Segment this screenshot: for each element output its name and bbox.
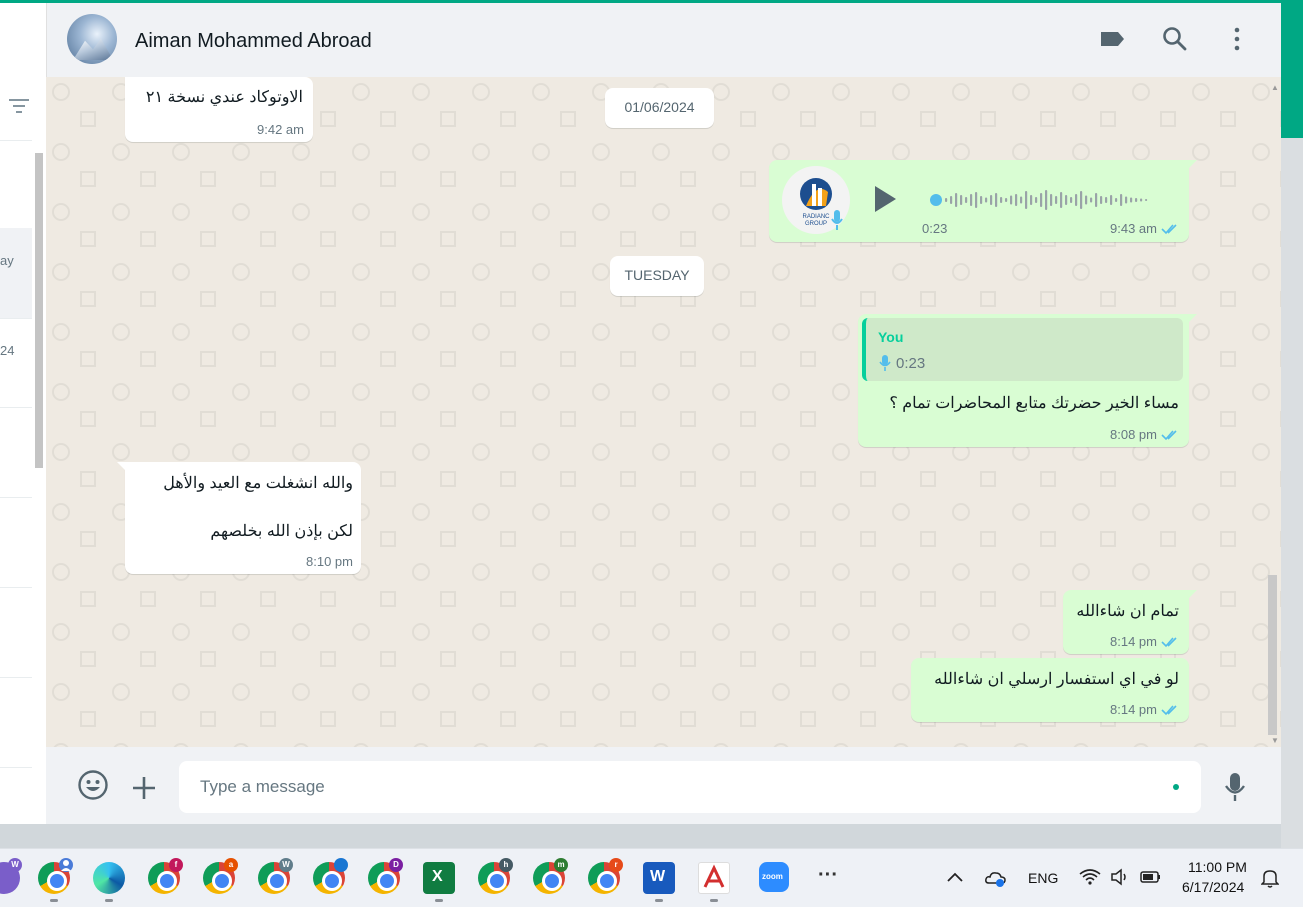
chrome-profile-icon[interactable]: a [203, 858, 238, 894]
emoji-icon[interactable] [77, 769, 109, 801]
menu-icon[interactable] [1223, 25, 1251, 53]
chrome-profile-icon[interactable]: m [533, 858, 568, 894]
notification-bell-icon[interactable] [1261, 868, 1279, 888]
voice-sender-avatar: RADIANC GROUP [782, 166, 850, 234]
message-input-placeholder: Type a message [200, 777, 325, 796]
message-outgoing-reply[interactable]: You 0:23 مساء الخير حضرتك متابع المحاضرا… [858, 314, 1197, 447]
volume-icon[interactable] [1110, 868, 1132, 886]
battery-icon[interactable] [1139, 868, 1163, 886]
compose-bar: Type a message [46, 747, 1281, 824]
chrome-profile-icon[interactable] [38, 858, 73, 894]
chrome-profile-icon[interactable]: D [368, 858, 403, 894]
message-outgoing[interactable]: لو في اي استفسار ارسلي ان شاءالله 8:14 p… [911, 658, 1189, 722]
clock-date[interactable]: 6/17/2024 [1182, 879, 1244, 895]
svg-text:RADIANC: RADIANC [802, 214, 830, 220]
chrome-profile-icon[interactable] [313, 858, 348, 894]
message-time: 8:08 pm [1110, 427, 1157, 442]
quote-duration: 0:23 [896, 355, 926, 372]
message-time: 8:14 pm [1110, 634, 1157, 649]
chat-list-panel: ay 24 [0, 3, 46, 824]
message-input[interactable]: Type a message [179, 761, 1201, 813]
message-incoming[interactable]: الاوتوكاد عندي نسخة ٢١ 9:42 am [125, 77, 313, 142]
chat-list-item-selected[interactable] [0, 228, 32, 318]
taskbar: W f a W D X h m r W zoom ··· ENG 11:00 P… [0, 848, 1303, 907]
chat-list-partial-text: ay [0, 253, 14, 268]
chat-scrollbar[interactable] [1268, 575, 1277, 735]
word-icon[interactable]: W [643, 862, 675, 894]
message-text-line: والله انشغلت مع العيد والأهل [163, 475, 353, 492]
message-time: 8:10 pm [306, 554, 353, 569]
filter-icon[interactable] [9, 99, 29, 113]
profile-badge [59, 858, 73, 872]
message-time: 9:43 am [1110, 221, 1157, 236]
more-apps-button[interactable]: ··· [818, 864, 838, 887]
right-background [1281, 138, 1303, 848]
voice-message[interactable]: RADIANC GROUP 0:23 9:43 am [769, 160, 1197, 242]
chevron-up-icon[interactable] [946, 871, 964, 883]
quoted-message[interactable]: You 0:23 [862, 318, 1183, 381]
scroll-down-arrow[interactable]: ▼ [1271, 736, 1279, 745]
message-text: مساء الخير حضرتك متابع المحاضرات تمام ؟ [889, 395, 1179, 412]
language-indicator[interactable]: ENG [1028, 870, 1058, 886]
voice-duration: 0:23 [922, 221, 948, 236]
mic-small-icon [879, 355, 891, 371]
message-text: الاوتوكاد عندي نسخة ٢١ [145, 89, 303, 106]
chat-list-partial-text: 24 [0, 343, 15, 358]
message-text-line: لكن بإذن الله بخلصهم [210, 523, 353, 540]
message-time: 9:42 am [257, 122, 304, 137]
message-incoming[interactable]: والله انشغلت مع العيد والأهل لكن بإذن ال… [117, 462, 361, 574]
chrome-profile-icon[interactable]: f [148, 858, 183, 894]
chrome-profile-icon[interactable]: W [258, 858, 293, 894]
date-separator: 01/06/2024 [605, 88, 714, 128]
word-letter: W [650, 868, 666, 885]
excel-icon[interactable]: X [423, 862, 455, 894]
label-icon[interactable] [1098, 25, 1126, 53]
message-time: 8:14 pm [1110, 702, 1157, 717]
acrobat-icon[interactable] [698, 862, 730, 894]
message-text: تمام ان شاءالله [1076, 603, 1179, 620]
status-dot [1173, 784, 1179, 790]
search-icon[interactable] [1161, 25, 1189, 53]
date-separator: TUESDAY [610, 256, 704, 296]
scroll-up-arrow[interactable]: ▲ [1271, 83, 1279, 92]
read-ticks-icon [1161, 430, 1177, 441]
message-text: لو في اي استفسار ارسلي ان شاءالله [934, 671, 1179, 688]
read-ticks-icon [1161, 224, 1177, 235]
mic-small-icon [831, 210, 843, 230]
taskbar-app-partial[interactable]: W [0, 858, 22, 894]
svg-text:GROUP: GROUP [805, 221, 827, 227]
chat-header: Aiman Mohammed Abroad [46, 3, 1281, 77]
voice-waveform[interactable] [929, 188, 1159, 212]
clock-time[interactable]: 11:00 PM [1188, 859, 1247, 875]
chat-list-scrollbar[interactable] [35, 153, 43, 468]
right-accent-bar [1281, 3, 1303, 138]
mic-icon[interactable] [1223, 771, 1247, 803]
message-list: الاوتوكاد عندي نسخة ٢١ 9:42 am 01/06/202… [46, 77, 1281, 747]
excel-letter: X [432, 868, 443, 885]
contact-avatar[interactable] [67, 14, 117, 64]
chat-window: Aiman Mohammed Abroad الاوتوكاد عندي نسخ… [46, 3, 1281, 824]
message-outgoing[interactable]: تمام ان شاءالله 8:14 pm [1063, 590, 1197, 654]
attach-icon[interactable] [131, 775, 157, 801]
chrome-profile-icon[interactable]: r [588, 858, 623, 894]
onedrive-sync-icon[interactable] [984, 868, 1008, 888]
zoom-icon[interactable]: zoom [759, 862, 789, 892]
read-ticks-icon [1161, 705, 1177, 716]
wifi-icon[interactable] [1079, 868, 1101, 886]
chrome-profile-icon[interactable]: h [478, 858, 513, 894]
play-icon[interactable] [872, 184, 898, 214]
contact-name[interactable]: Aiman Mohammed Abroad [135, 30, 372, 53]
edge-browser-icon[interactable] [93, 862, 125, 894]
read-ticks-icon [1161, 637, 1177, 648]
quote-author: You [878, 329, 904, 345]
